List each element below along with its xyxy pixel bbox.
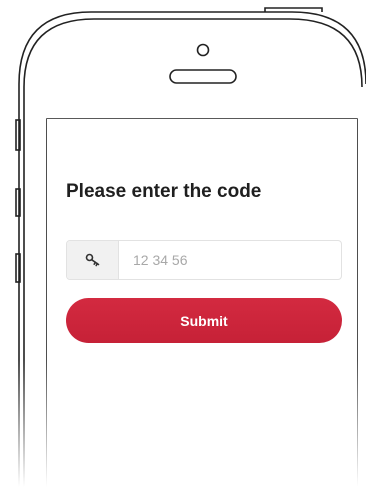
- key-icon: [85, 253, 99, 267]
- submit-button[interactable]: Submit: [66, 298, 342, 343]
- volume-up-button: [15, 188, 21, 217]
- camera-icon: [196, 43, 210, 57]
- speaker-grille: [169, 69, 237, 84]
- phone-screen: Please enter the code Submit: [47, 119, 357, 504]
- code-field: [66, 240, 342, 280]
- page-title: Please enter the code: [66, 181, 262, 202]
- volume-down-button: [15, 253, 21, 283]
- mute-switch: [15, 119, 21, 151]
- code-input[interactable]: [119, 241, 341, 279]
- code-field-addon: [67, 241, 119, 279]
